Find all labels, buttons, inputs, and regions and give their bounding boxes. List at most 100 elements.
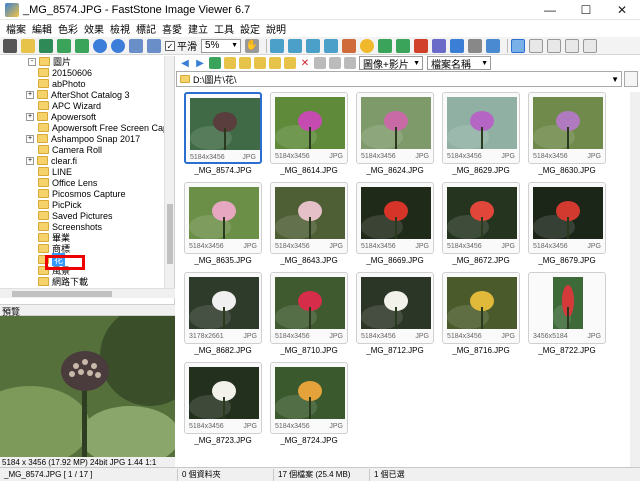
email-icon[interactable]: [432, 38, 446, 53]
thumbnail-item[interactable]: 5184x3456 JPG _MG_8724.JPG: [270, 362, 348, 448]
tree-item[interactable]: Camera Roll: [38, 144, 102, 155]
tree-item[interactable]: + clear.fi: [26, 155, 77, 166]
layout-dual-icon[interactable]: [583, 38, 597, 53]
save-icon[interactable]: [39, 38, 53, 53]
home-folder-icon[interactable]: [224, 57, 236, 69]
print-icon[interactable]: [468, 38, 482, 53]
thumbnail-frame[interactable]: 5184x3456 JPG: [442, 182, 520, 254]
flip-icon[interactable]: [306, 38, 320, 53]
tree-item[interactable]: Screenshots: [38, 221, 102, 232]
thumbnail-frame[interactable]: 5184x3456 JPG: [184, 362, 262, 434]
thumbnail-frame[interactable]: 5184x3456 JPG: [442, 272, 520, 344]
collapse-icon[interactable]: -: [28, 57, 36, 66]
thumbnail-item[interactable]: 5184x3456 JPG _MG_8669.JPG: [356, 182, 434, 268]
thumbnail-frame[interactable]: 3178x2661 JPG: [184, 272, 262, 344]
thumbnail-frame[interactable]: 5184x3456 JPG: [442, 92, 520, 164]
address-bar[interactable]: D:\圖片\花\ ▼: [176, 71, 622, 87]
details-view-icon[interactable]: [344, 57, 356, 69]
tree-item[interactable]: Saved Pictures: [38, 210, 113, 221]
refresh-icon[interactable]: [414, 38, 428, 53]
back-arrow-icon[interactable]: ◀: [179, 57, 191, 69]
thumbnail-item[interactable]: 3456x5184 JPG _MG_8722.JPG: [528, 272, 606, 358]
menu-view[interactable]: 檢視: [107, 21, 133, 36]
tree-item[interactable]: 網路下載: [38, 276, 88, 287]
up-folder-icon[interactable]: [209, 57, 221, 69]
menu-help[interactable]: 說明: [263, 21, 289, 36]
thumbnail-item[interactable]: 5184x3456 JPG _MG_8643.JPG: [270, 182, 348, 268]
move-to-icon[interactable]: [284, 57, 296, 69]
expand-icon[interactable]: +: [26, 90, 34, 99]
menu-tags[interactable]: 標記: [133, 21, 159, 36]
slideshow-icon[interactable]: [486, 38, 500, 53]
grid-vertical-scrollbar[interactable]: [630, 92, 640, 467]
thumbnail-size-icon[interactable]: [329, 57, 341, 69]
thumbnail-frame[interactable]: 3456x5184 JPG: [528, 272, 606, 344]
tree-item[interactable]: PicPick: [38, 199, 82, 210]
thumbnail-item[interactable]: 5184x3456 JPG _MG_8712.JPG: [356, 272, 434, 358]
thumbnail-frame[interactable]: 5184x3456 JPG: [270, 92, 348, 164]
thumbnail-item[interactable]: 5184x3456 JPG _MG_8710.JPG: [270, 272, 348, 358]
thumbnail-frame[interactable]: 5184x3456 JPG: [270, 362, 348, 434]
tree-item[interactable]: - 圖片: [28, 56, 71, 67]
thumbnail-item[interactable]: 5184x3456 JPG _MG_8672.JPG: [442, 182, 520, 268]
tree-item[interactable]: + AfterShot Catalog 3: [26, 89, 130, 100]
layout-browser-icon[interactable]: [511, 38, 525, 53]
expand-icon[interactable]: +: [26, 156, 34, 165]
thumbnail-frame[interactable]: 5184x3456 JPG: [184, 182, 262, 254]
menu-create[interactable]: 建立: [185, 21, 211, 36]
forward-arrow-icon[interactable]: ▶: [194, 57, 206, 69]
tree-item[interactable]: abPhoto: [38, 78, 86, 89]
previous-image-icon[interactable]: [57, 38, 71, 53]
tree-item[interactable]: + Ashampoo Snap 2017: [26, 133, 140, 144]
chevron-down-icon[interactable]: ▼: [611, 75, 619, 84]
folder-icon[interactable]: [254, 57, 266, 69]
menu-favorites[interactable]: 喜愛: [159, 21, 185, 36]
thumbnail-frame[interactable]: 5184x3456 JPG: [184, 92, 262, 164]
copy-to-icon[interactable]: [269, 57, 281, 69]
thumbnail-item[interactable]: 5184x3456 JPG _MG_8624.JPG: [356, 92, 434, 178]
histogram-icon[interactable]: [450, 38, 464, 53]
close-button[interactable]: ✕: [604, 0, 640, 20]
tree-item[interactable]: Picosmos Capture: [38, 188, 126, 199]
color-adjust-icon[interactable]: [342, 38, 356, 53]
resize-icon[interactable]: [288, 38, 302, 53]
tree-item[interactable]: Apowersoft Free Screen Capture: [38, 122, 165, 133]
expand-icon[interactable]: +: [26, 134, 34, 143]
layout-list-icon[interactable]: [529, 38, 543, 53]
thumbnail-item[interactable]: 5184x3456 JPG _MG_8723.JPG: [184, 362, 262, 448]
thumbnail-frame[interactable]: 5184x3456 JPG: [356, 182, 434, 254]
menu-effects[interactable]: 效果: [81, 21, 107, 36]
rotate-left-icon[interactable]: [378, 38, 392, 53]
select-all-icon[interactable]: [314, 57, 326, 69]
scrollbar-thumb[interactable]: [167, 204, 173, 264]
tree-item[interactable]: APC Wizard: [38, 100, 101, 111]
address-go-button[interactable]: [624, 71, 638, 87]
draw-icon[interactable]: [324, 38, 338, 53]
maximize-button[interactable]: ☐: [568, 0, 604, 20]
open-folder-icon[interactable]: [21, 38, 35, 53]
tree-item[interactable]: 20150606: [38, 67, 92, 78]
next-image-icon[interactable]: [75, 38, 89, 53]
smooth-checkbox[interactable]: ✓ 平滑: [165, 38, 197, 53]
menu-tools[interactable]: 工具: [211, 21, 237, 36]
sort-select[interactable]: 檔案名稱 ▼: [427, 56, 491, 71]
scrollbar-thumb[interactable]: [12, 291, 112, 297]
thumbnail-frame[interactable]: 5184x3456 JPG: [528, 92, 606, 164]
menu-edit[interactable]: 編輯: [29, 21, 55, 36]
view-mode-select[interactable]: 圖像+影片 ▼: [359, 56, 423, 71]
fit-window-icon[interactable]: [129, 38, 143, 53]
thumbnail-frame[interactable]: 5184x3456 JPG: [356, 272, 434, 344]
thumbnail-frame[interactable]: 5184x3456 JPG: [270, 272, 348, 344]
thumbnail-frame[interactable]: 5184x3456 JPG: [270, 182, 348, 254]
thumbnail-item[interactable]: 3178x2661 JPG _MG_8682.JPG: [184, 272, 262, 358]
thumbnail-frame[interactable]: 5184x3456 JPG: [528, 182, 606, 254]
camera-icon[interactable]: [3, 38, 17, 53]
zoom-out-icon[interactable]: [111, 38, 125, 53]
crop-icon[interactable]: [270, 38, 284, 53]
tree-item[interactable]: + Apowersoft: [26, 111, 96, 122]
actual-size-icon[interactable]: [147, 38, 161, 53]
menu-colors[interactable]: 色彩: [55, 21, 81, 36]
pan-hand-icon[interactable]: ✋: [245, 38, 259, 53]
thumbnail-item[interactable]: 5184x3456 JPG _MG_8635.JPG: [184, 182, 262, 268]
menu-file[interactable]: 檔案: [3, 21, 29, 36]
